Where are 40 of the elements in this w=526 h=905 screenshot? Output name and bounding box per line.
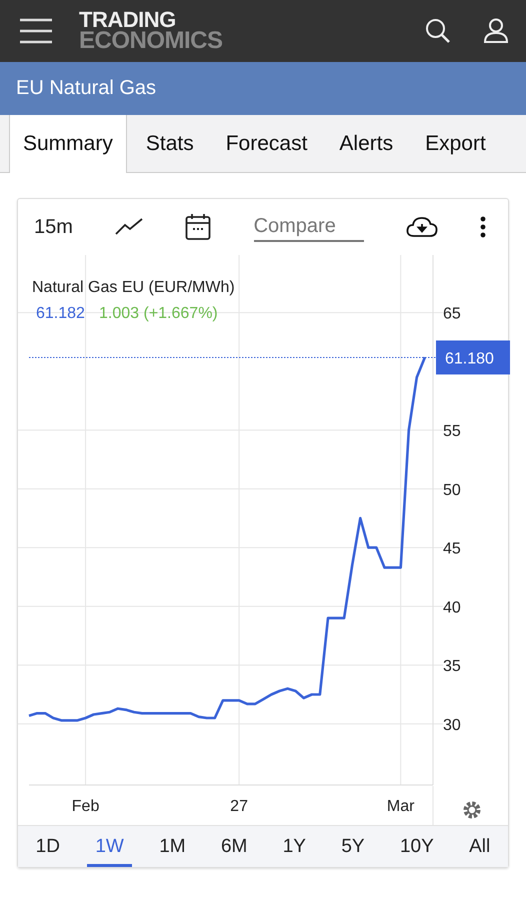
tab[interactable]: Stats (132, 115, 207, 172)
menu-icon[interactable] (19, 18, 53, 44)
y-axis-label: 40 (443, 599, 461, 616)
calendar-icon[interactable] (185, 213, 212, 241)
y-axis-label: 55 (443, 423, 461, 440)
line-chart-icon[interactable] (115, 218, 144, 236)
x-axis-label: Mar (386, 798, 414, 815)
logo-text: TRADING (79, 10, 176, 30)
interval-button[interactable]: 15m (34, 216, 73, 238)
change-value: 1.003 (+1.667%) (99, 305, 218, 322)
range-button[interactable]: 5Y (333, 826, 373, 867)
range-button[interactable]: 10Y (392, 826, 442, 867)
x-axis-label: 27 (230, 798, 248, 815)
search-icon[interactable] (425, 18, 451, 44)
y-axis-label: 35 (443, 658, 461, 676)
y-axis-label: 65 (443, 306, 461, 323)
tab[interactable]: Alerts (326, 115, 406, 172)
more-icon[interactable] (480, 216, 486, 238)
range-button[interactable]: 1W (87, 826, 132, 867)
y-axis-label: 30 (443, 716, 461, 734)
ref-line-label: 61.180 (445, 350, 494, 368)
last-value: 61.182 (36, 305, 85, 322)
range-button[interactable]: 1Y (274, 826, 314, 867)
range-button[interactable]: 1M (151, 826, 194, 867)
tab[interactable]: Forecast (212, 115, 320, 172)
page-title: EU Natural Gas (16, 77, 156, 100)
range-button[interactable]: All (461, 826, 498, 867)
logo-text: ECONOMICS (79, 30, 224, 52)
price-tag: 61.180 (436, 340, 510, 374)
tab[interactable]: Summary (9, 115, 127, 173)
y-axis-label: 50 (443, 482, 461, 499)
x-axis-label: Feb (72, 798, 100, 815)
tab[interactable]: Export (412, 115, 499, 172)
range-button[interactable]: 6M (212, 826, 256, 867)
range-button[interactable]: 1D (28, 826, 68, 867)
y-axis-label: 45 (443, 540, 461, 558)
user-icon[interactable] (484, 18, 508, 44)
series-name: Natural Gas EU (EUR/MWh) (32, 279, 235, 296)
cloud-download-icon[interactable] (406, 216, 438, 238)
settings-icon[interactable] (464, 802, 480, 818)
